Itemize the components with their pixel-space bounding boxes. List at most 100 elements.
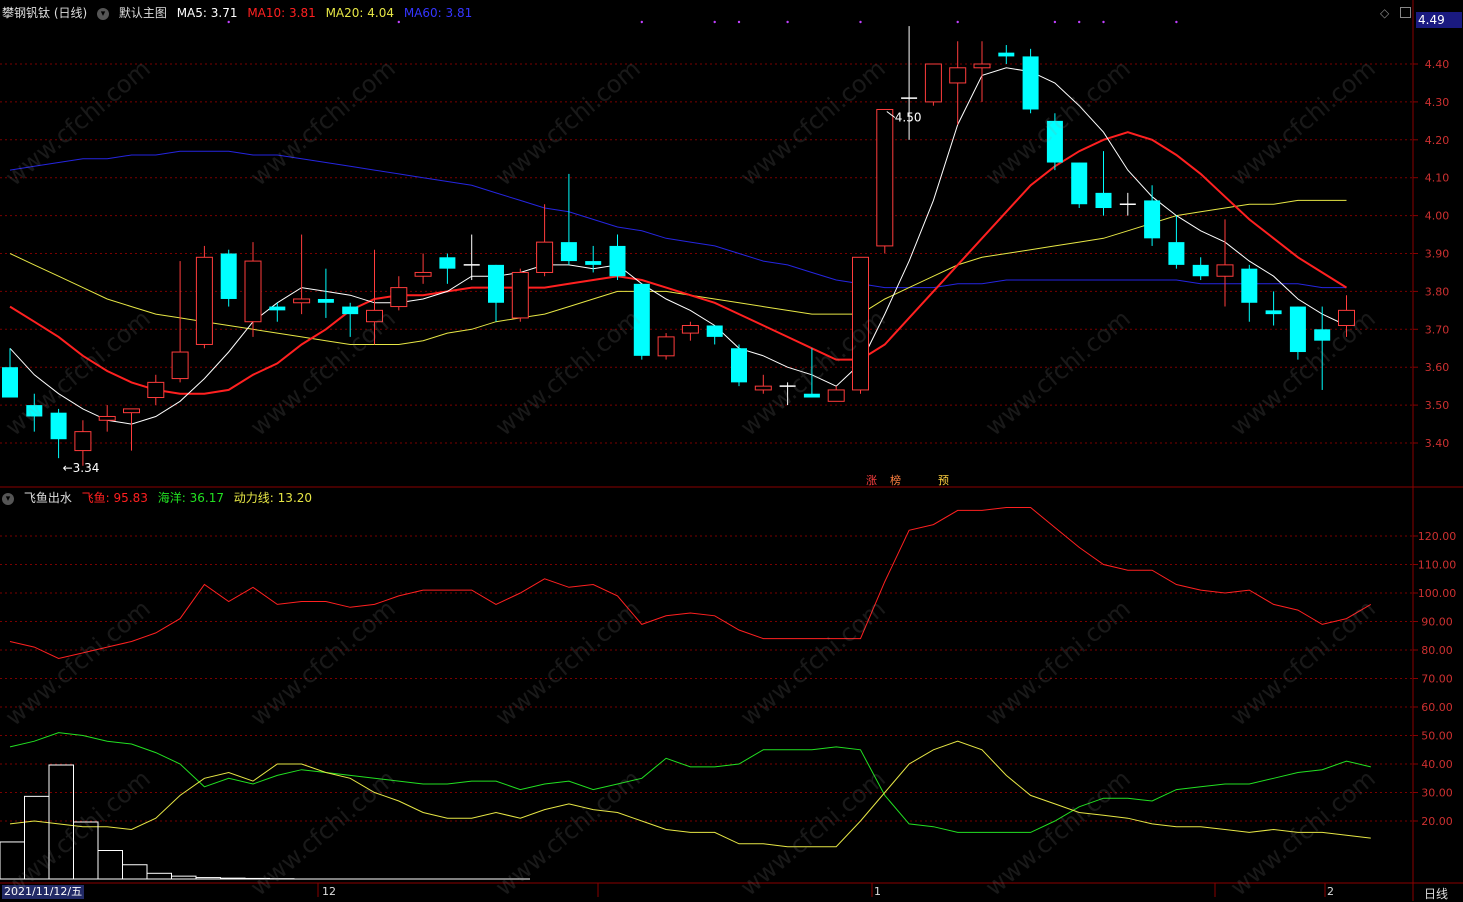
event-marker: 预 xyxy=(938,474,949,487)
sub-y-tick-label: 120.00 xyxy=(1418,530,1457,543)
candle xyxy=(1266,291,1282,325)
ma60-readout: MA60: 3.81 xyxy=(404,6,472,20)
main-y-tick-label: 4.00 xyxy=(1425,210,1450,223)
signal-dot xyxy=(641,21,643,23)
candle xyxy=(221,250,237,307)
candle-body-up xyxy=(75,432,91,451)
candle xyxy=(998,45,1014,64)
signal-dot xyxy=(228,21,230,23)
dongli-readout: 动力线: 13.20 xyxy=(234,491,312,505)
candle-body-down xyxy=(488,265,504,303)
candle xyxy=(1217,219,1233,306)
candle xyxy=(439,254,455,284)
candle-body-up xyxy=(877,109,893,245)
candle-body-up xyxy=(512,272,528,317)
sub-y-tick-label: 70.00 xyxy=(1421,673,1453,686)
main-y-tick-label: 3.40 xyxy=(1425,437,1450,450)
sub-indicator-menu-icon[interactable]: ▾ xyxy=(2,493,14,505)
haiyang-readout: 海洋: 36.17 xyxy=(158,491,224,505)
candle xyxy=(391,276,407,310)
candle-body-up xyxy=(925,64,941,102)
candle xyxy=(561,174,577,265)
candle xyxy=(75,420,91,465)
signal-dot xyxy=(1102,21,1104,23)
main-y-tick-label: 4.40 xyxy=(1425,58,1450,71)
sub-y-tick-label: 90.00 xyxy=(1421,616,1453,629)
candle xyxy=(1290,307,1306,360)
candle xyxy=(1120,193,1136,216)
x-tick-feb: 2 xyxy=(1327,885,1334,898)
candle xyxy=(172,261,188,382)
candle xyxy=(148,375,164,405)
period-button[interactable]: 日线 xyxy=(1424,885,1448,902)
candle-body-down xyxy=(1023,56,1039,109)
candle-body-down xyxy=(439,257,455,268)
stock-title[interactable]: 攀钢钒钛 (日线) xyxy=(2,6,87,20)
main-indicator-label[interactable]: 默认主图 xyxy=(119,6,167,20)
indicator-menu-icon[interactable]: ▾ xyxy=(97,8,109,20)
x-tick-dec: 12 xyxy=(322,885,336,898)
diamond-icon[interactable]: ◇ xyxy=(1380,6,1389,20)
profile-bar xyxy=(147,873,172,879)
candle xyxy=(1071,163,1087,208)
ma5-readout: MA5: 3.71 xyxy=(177,6,238,20)
main-y-tick-label: 3.70 xyxy=(1425,323,1450,336)
candle xyxy=(1096,151,1112,215)
ma5-line xyxy=(10,68,1347,424)
candle-body-down xyxy=(610,246,626,276)
feiyu-line xyxy=(10,508,1371,659)
candle xyxy=(269,303,285,322)
candle-body-up xyxy=(415,272,431,276)
candle-body-down xyxy=(2,367,18,397)
candle xyxy=(1193,257,1209,280)
signal-dot xyxy=(714,21,716,23)
candle xyxy=(124,409,140,451)
candle-body-up xyxy=(828,390,844,401)
event-marker: 榜 xyxy=(890,473,901,487)
sub-y-tick-label: 20.00 xyxy=(1421,815,1453,828)
sub-indicator-name[interactable]: 飞鱼出水 xyxy=(24,491,72,505)
signal-dot xyxy=(1078,21,1080,23)
main-y-tick-label: 3.60 xyxy=(1425,361,1450,374)
candle xyxy=(464,235,480,280)
candle-body-down xyxy=(1290,307,1306,352)
candle-body-down xyxy=(1266,310,1282,314)
candle-body-down xyxy=(342,307,358,315)
candle xyxy=(828,386,844,401)
ma20-readout: MA20: 4.04 xyxy=(326,6,394,20)
candle xyxy=(294,235,310,315)
candle-body-up xyxy=(99,416,115,420)
main-header: 攀钢钒钛 (日线) ▾ 默认主图 MA5: 3.71 MA10: 3.81 MA… xyxy=(2,4,478,21)
sub-y-tick-label: 80.00 xyxy=(1421,644,1453,657)
candle-body-down xyxy=(318,299,334,303)
window-square-icon[interactable] xyxy=(1400,7,1411,18)
main-y-tick-label: 4.30 xyxy=(1425,96,1450,109)
candle xyxy=(877,109,893,253)
candle-body-up xyxy=(974,64,990,68)
signal-dot xyxy=(1175,21,1177,23)
current-price-tag: 4.49 xyxy=(1416,12,1462,28)
candle-body-up xyxy=(148,382,164,397)
sub-header: ▾ 飞鱼出水 飞鱼: 95.83 海洋: 36.17 动力线: 13.20 xyxy=(2,489,318,506)
candle xyxy=(415,254,431,284)
chart-canvas[interactable]: 4.404.304.204.104.003.903.803.703.603.50… xyxy=(0,0,1463,901)
candle xyxy=(974,41,990,102)
sub-y-tick-label: 50.00 xyxy=(1421,730,1453,743)
candle-body-down xyxy=(731,348,747,382)
profile-bar xyxy=(98,851,123,880)
candle xyxy=(196,246,212,348)
profile-bar xyxy=(123,865,148,879)
candle xyxy=(682,322,698,341)
candle xyxy=(245,242,261,337)
signal-dot xyxy=(1054,21,1056,23)
candle xyxy=(99,405,115,432)
candle-body-down xyxy=(269,307,285,311)
candle xyxy=(925,64,941,106)
extreme-label: 4.50 xyxy=(895,110,922,124)
sub-y-tick-label: 60.00 xyxy=(1421,701,1453,714)
sub-y-tick-label: 30.00 xyxy=(1421,787,1453,800)
candle-body-down xyxy=(1144,200,1160,238)
candle-body-up xyxy=(537,242,553,272)
candle xyxy=(707,326,723,345)
sub-y-tick-label: 100.00 xyxy=(1418,587,1457,600)
